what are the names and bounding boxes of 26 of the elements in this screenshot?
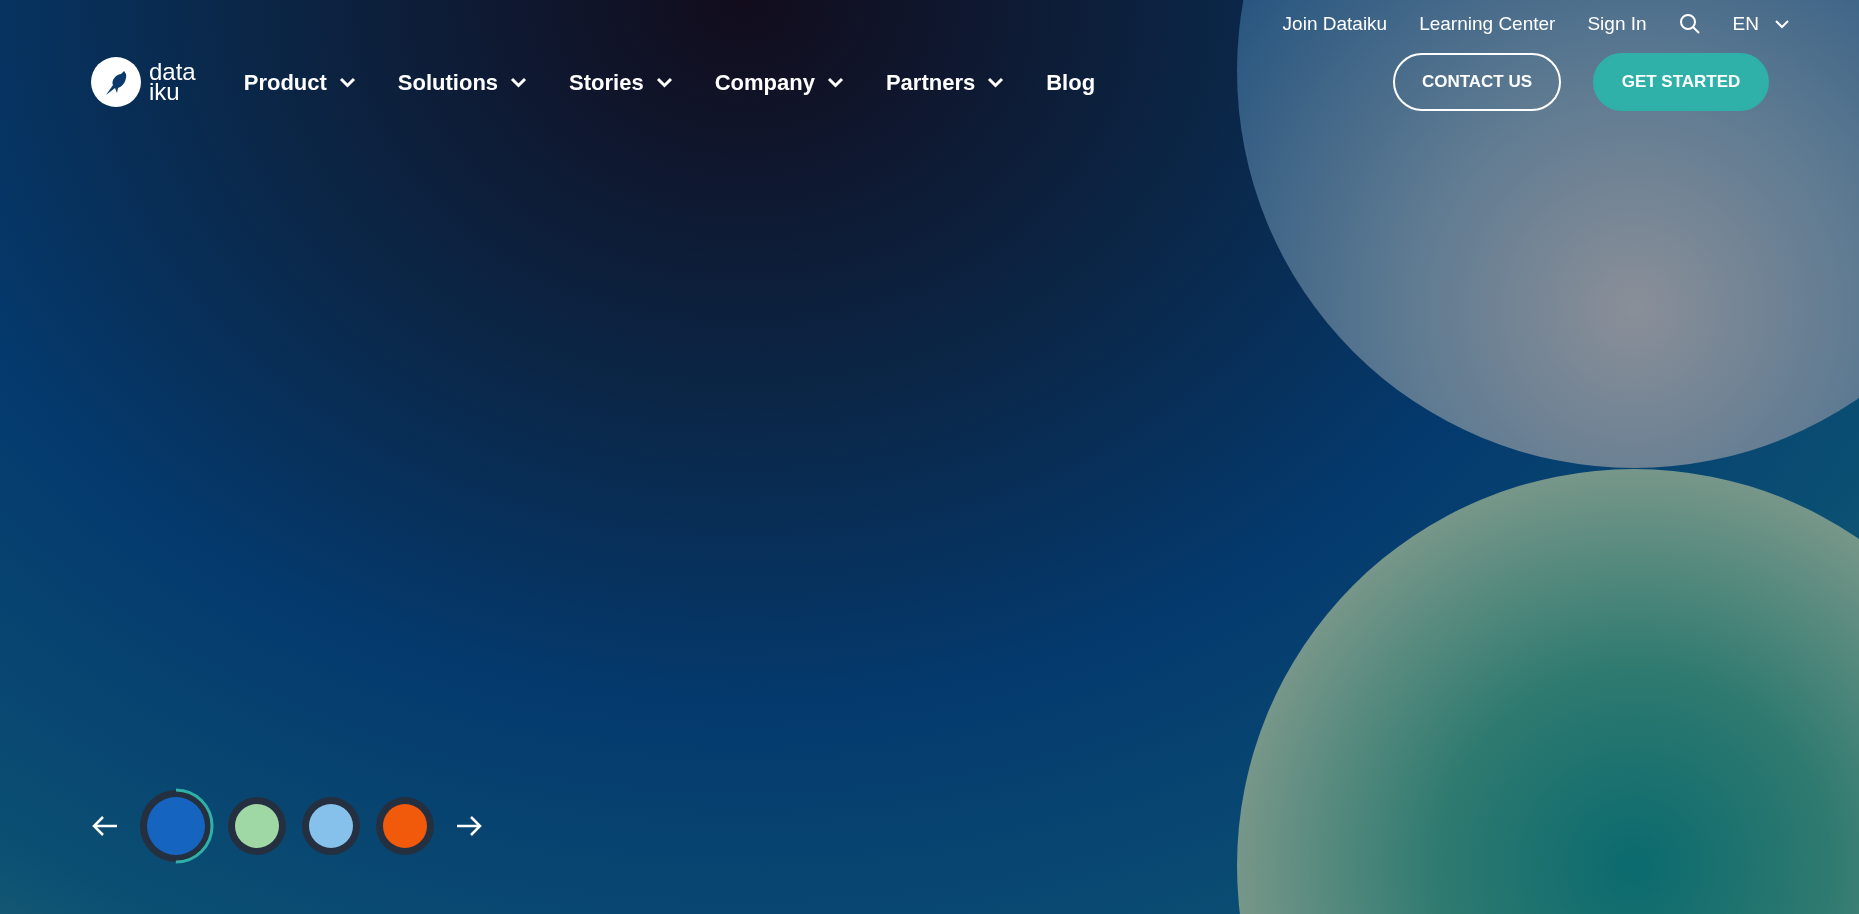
chevron-down-icon[interactable] [826, 76, 844, 88]
slide-thumbnail[interactable] [226, 795, 288, 857]
nav-link[interactable]: Partners [885, 65, 976, 99]
chevron-down-icon[interactable] [510, 76, 528, 88]
nav-link[interactable]: Product [243, 65, 327, 99]
top-link[interactable]: Learning Center [1419, 9, 1556, 39]
logo-text: iku [149, 82, 180, 102]
slide-thumbnail[interactable] [374, 795, 436, 857]
top-link[interactable]: Join Dataiku [1282, 9, 1388, 39]
slide-thumbnail[interactable] [138, 788, 214, 864]
chevron-down-icon[interactable] [655, 76, 673, 88]
arrow-left-icon[interactable] [92, 815, 118, 837]
nav-link[interactable]: Solutions [397, 65, 499, 99]
arrow-right-icon[interactable] [456, 815, 482, 837]
search-icon[interactable] [1678, 13, 1701, 35]
slide-thumbnail[interactable] [300, 795, 362, 857]
language-selector[interactable]: EN [1732, 9, 1759, 39]
bird-logo-icon[interactable] [91, 57, 141, 107]
logo-text: data [149, 62, 196, 82]
nav-link[interactable]: Blog [1046, 65, 1096, 99]
chevron-down-icon[interactable] [987, 76, 1005, 88]
top-link[interactable]: Sign In [1587, 9, 1647, 39]
chevron-down-icon[interactable] [338, 76, 356, 88]
nav-link[interactable]: Stories [569, 65, 644, 99]
nav-link[interactable]: Company [714, 65, 815, 99]
contact-button[interactable]: CONTACT US [1393, 53, 1561, 111]
